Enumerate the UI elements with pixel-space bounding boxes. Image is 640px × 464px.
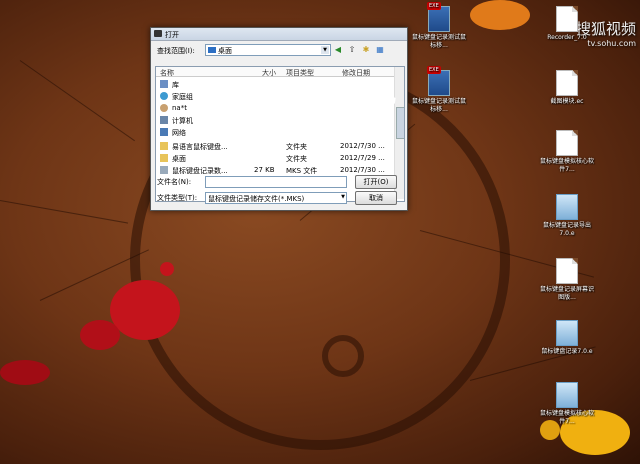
dialog-title: 打开 [165,31,179,39]
list-item[interactable]: 桌面 文件夹 2012/7/29 ... [158,153,392,164]
back-icon[interactable]: ◀ [333,45,343,55]
desktop-icon[interactable]: 鼠标键盘记录导出7.0.e [540,194,594,238]
yin-yang-dot [322,335,364,377]
list-item[interactable]: 家庭组 [158,91,392,102]
homegroup-icon [160,92,168,100]
desktop-icon[interactable]: 鼠标键盘记录7.0.e [540,320,594,356]
scrollbar-thumb[interactable] [396,107,404,139]
document-icon [556,6,578,32]
list-item[interactable]: 库 [158,79,392,90]
orange-splatter [470,0,530,30]
list-item[interactable]: na*t [158,103,392,114]
look-in-label: 查找范围(I): [157,47,195,55]
desktop-icon[interactable]: 鼠标键盘记录测试鼠标移... [412,2,466,50]
look-in-combo[interactable]: 桌面 ▼ [205,44,331,56]
folder-icon [208,47,216,53]
desktop-icon[interactable]: 截图模块.ec [540,70,594,106]
desktop-icon[interactable]: 鼠标键盘模拟核心软件7... [540,382,594,426]
list-item[interactable]: 网络 [158,127,392,138]
chevron-down-icon[interactable]: ▼ [321,46,329,54]
desktop-icon[interactable]: Recorder_7.0 [540,6,594,42]
folder-icon [160,154,168,162]
look-in-row: 查找范围(I): 桌面 ▼ ◀ ⇧ ✱ ▦ [155,44,403,56]
new-folder-icon[interactable]: ✱ [361,45,371,55]
desktop-icon[interactable]: 鼠标键盘模拟核心软件7... [540,130,594,174]
source-file-icon [556,382,578,408]
video-file-icon [427,2,450,32]
folder-icon [160,142,168,150]
user-icon [160,104,168,112]
column-size[interactable]: 大小 [262,68,276,78]
document-icon [556,258,578,284]
desktop-icon[interactable]: 鼠标键盘记录屏幕识图版... [540,258,594,302]
network-icon [160,128,168,136]
computer-icon [160,116,168,124]
view-menu-icon[interactable]: ▦ [375,45,385,55]
column-name[interactable]: 名称 [160,68,174,78]
filename-input[interactable] [205,176,347,188]
list-item[interactable]: 易语言鼠标键盘... 文件夹 2012/7/30 ... [158,141,392,152]
chevron-down-icon[interactable]: ▼ [341,194,345,200]
up-folder-icon[interactable]: ⇧ [347,45,357,55]
document-icon [556,70,578,96]
source-file-icon [556,320,578,346]
library-icon [160,80,168,88]
file-icon [160,166,168,174]
source-file-icon [556,194,578,220]
column-modified[interactable]: 修改日期 [342,68,370,78]
filename-label: 文件名(N): [157,178,192,186]
video-file-icon [427,66,450,96]
cancel-button[interactable]: 取消 [355,191,397,205]
list-header: 名称 大小 项目类型 修改日期 [156,67,394,77]
open-button[interactable]: 打开(O) [355,175,397,189]
filetype-select[interactable]: 鼠标键盘记录储存文件(*.MKS) ▼ [205,192,347,204]
dialog-titlebar[interactable]: 打开 [151,28,407,41]
open-file-dialog: 打开 查找范围(I): 桌面 ▼ ◀ ⇧ ✱ ▦ 名称 大小 项目类型 修改日期… [150,27,408,211]
red-splatter [110,280,180,340]
look-in-value: 桌面 [218,47,232,55]
app-icon [154,30,162,37]
document-icon [556,130,578,156]
column-type[interactable]: 项目类型 [286,68,314,78]
list-item[interactable]: 计算机 [158,115,392,126]
filetype-label: 文件类型(T): [157,194,198,202]
desktop-icon[interactable]: 鼠标键盘记录测试鼠标移... [412,66,466,114]
